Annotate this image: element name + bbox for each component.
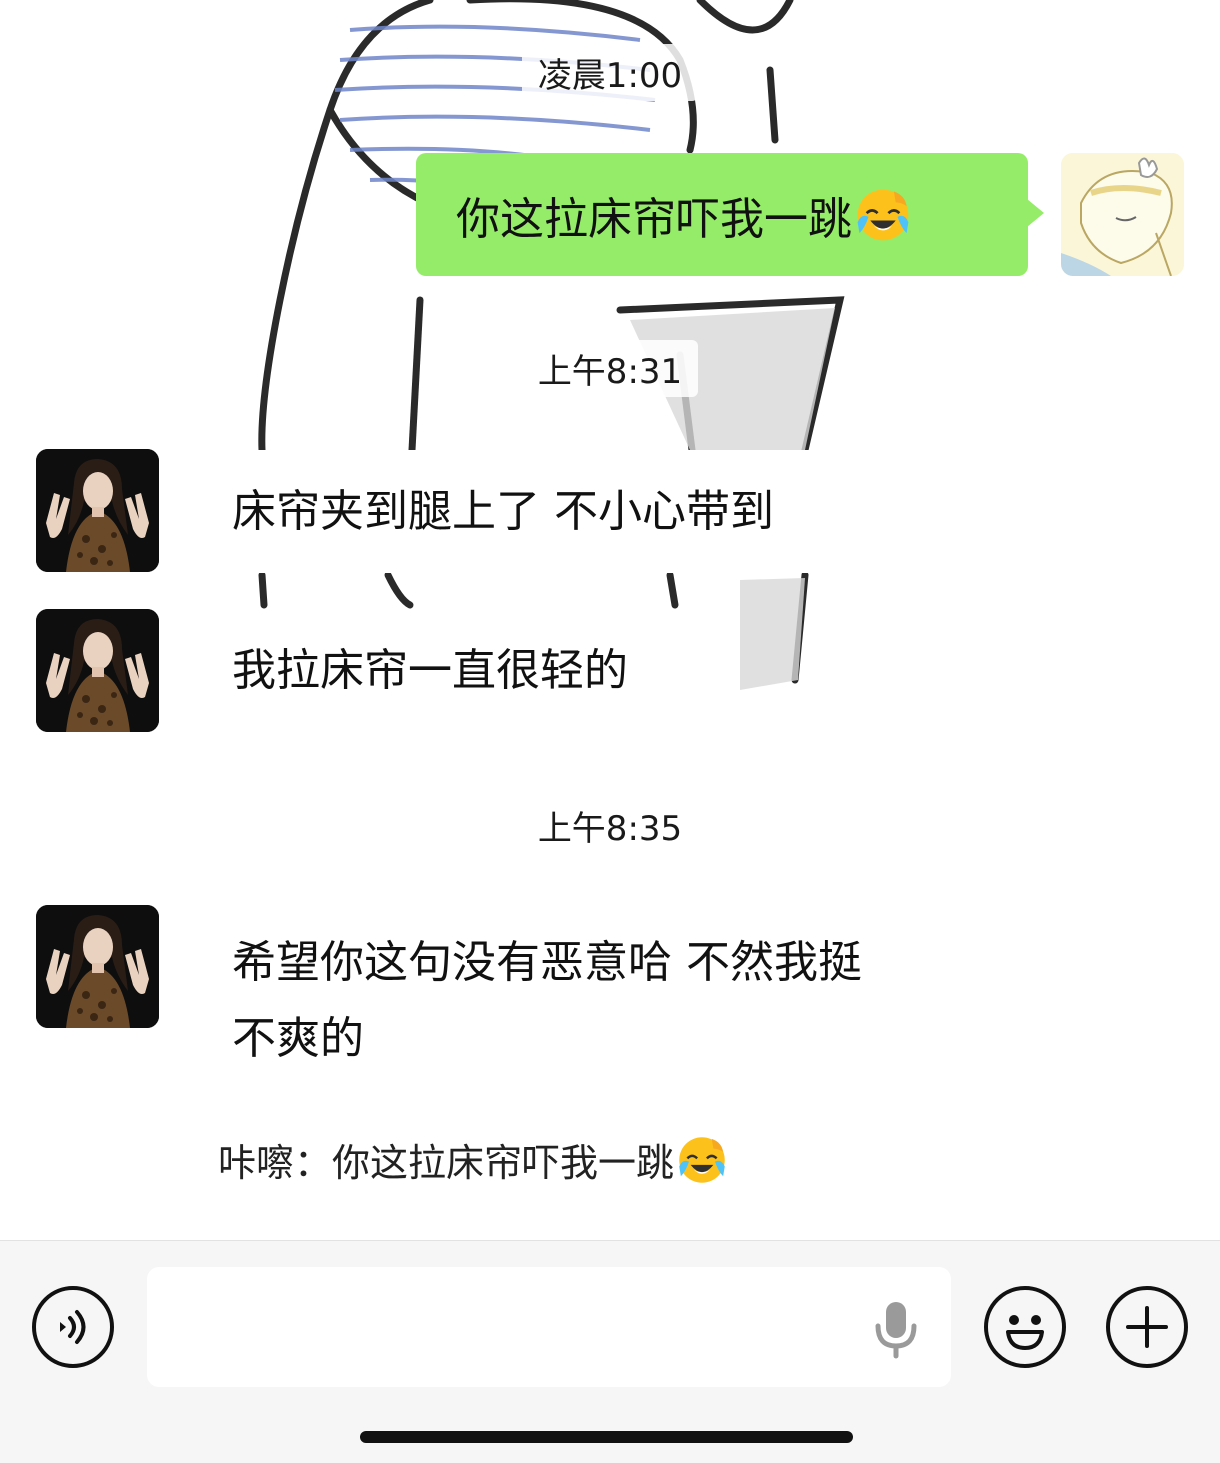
my-avatar[interactable] xyxy=(1061,153,1184,276)
microphone-icon[interactable] xyxy=(871,1300,921,1360)
timestamp-3: 上午8:35 xyxy=(0,797,1220,854)
received-message-bubble[interactable]: 我拉床帘一直很轻的 xyxy=(178,609,734,732)
more-button[interactable] xyxy=(1106,1286,1188,1368)
emoji-button[interactable] xyxy=(984,1286,1066,1368)
face-with-tears-of-joy-emoji xyxy=(676,1134,728,1186)
quote-text: 你这拉床帘吓我一跳 xyxy=(332,1141,675,1185)
received-message-text-line-1: 希望你这句没有恶意哈 不然我挺 xyxy=(232,937,862,988)
quoted-message[interactable]: 咔嚓： 你这拉床帘吓我一跳 xyxy=(218,1132,728,1187)
contact-avatar[interactable] xyxy=(36,449,159,572)
contact-avatar[interactable] xyxy=(36,905,159,1028)
home-indicator[interactable] xyxy=(360,1431,853,1443)
contact-photo xyxy=(36,449,159,572)
received-message-bubble[interactable]: 希望你这句没有恶意哈 不然我挺 不爽的 xyxy=(178,905,1030,1097)
input-toolbar xyxy=(0,1240,1220,1463)
cartoon-avatar-icon xyxy=(1061,153,1184,276)
voice-mode-icon xyxy=(60,1310,86,1344)
contact-photo xyxy=(36,905,159,1028)
message-input[interactable] xyxy=(147,1267,951,1387)
contact-avatar[interactable] xyxy=(36,609,159,732)
sent-message-bubble[interactable]: 你这拉床帘吓我一跳 xyxy=(416,153,1044,276)
received-message-text: 我拉床帘一直很轻的 xyxy=(232,644,628,696)
received-message-bubble[interactable]: 床帘夹到腿上了 不小心带到 xyxy=(178,450,900,573)
timestamp-2: 上午8:31 xyxy=(0,340,1220,397)
quote-sender: 咔嚓： xyxy=(218,1141,333,1185)
received-message-text: 床帘夹到腿上了 不小心带到 xyxy=(232,485,774,537)
smiley-icon xyxy=(1006,1315,1044,1350)
face-with-tears-of-joy-emoji xyxy=(854,186,912,244)
chat-area[interactable]: 凌晨1:00 你这拉床帘吓我一跳 上午8:31 床帘夹到腿上了 不小心带到 我拉… xyxy=(0,0,1220,1240)
contact-photo xyxy=(36,609,159,732)
timestamp-1: 凌晨1:00 xyxy=(0,44,1220,101)
received-message-text-line-2: 不爽的 xyxy=(232,1013,364,1064)
plus-icon xyxy=(1126,1306,1168,1348)
sent-message-text: 你这拉床帘吓我一跳 xyxy=(456,193,852,245)
voice-mode-button[interactable] xyxy=(32,1286,114,1368)
